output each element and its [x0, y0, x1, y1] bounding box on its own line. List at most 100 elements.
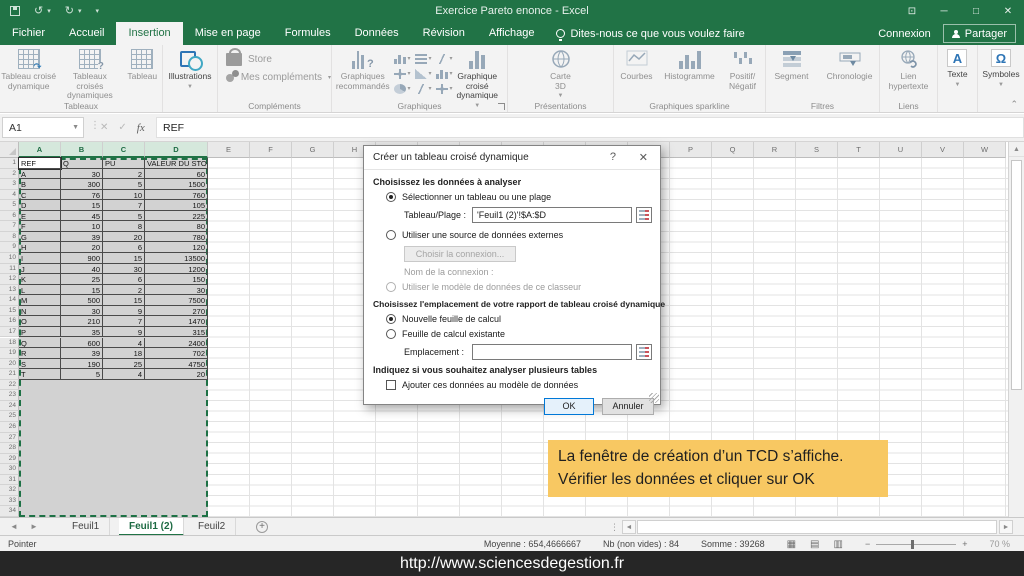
- normal-view-icon[interactable]: ▦: [787, 539, 796, 550]
- tab-mise-en-page[interactable]: Mise en page: [183, 22, 273, 45]
- row-header-29[interactable]: 29: [0, 454, 19, 465]
- confirm-entry-icon[interactable]: ✓: [118, 122, 126, 133]
- cell[interactable]: 270: [145, 306, 208, 317]
- row-header-2[interactable]: 2: [0, 169, 19, 180]
- sparkline-line-button[interactable]: Courbes: [615, 47, 659, 82]
- ribbon-display-options-icon[interactable]: ⊡: [896, 6, 928, 17]
- column-header-A[interactable]: A: [19, 142, 61, 158]
- symbols-button[interactable]: Ω Symboles ▼: [982, 47, 1019, 90]
- cell[interactable]: 15: [103, 295, 145, 306]
- map-3d-button[interactable]: Carte 3D ▼: [538, 47, 584, 102]
- cell[interactable]: 20: [103, 232, 145, 243]
- cell[interactable]: 2: [103, 169, 145, 180]
- horizontal-scrollbar[interactable]: ⋮ ◄ ►: [610, 520, 1014, 534]
- cell[interactable]: K: [19, 274, 61, 285]
- cell[interactable]: L: [19, 285, 61, 296]
- connexion-button[interactable]: Connexion: [878, 28, 931, 40]
- cancel-button[interactable]: Annuler: [602, 398, 654, 415]
- cell[interactable]: O: [19, 316, 61, 327]
- header-cell[interactable]: VALEUR DU STOCK: [145, 158, 208, 169]
- cell[interactable]: 4: [103, 369, 145, 380]
- row-header-20[interactable]: 20: [0, 359, 19, 370]
- insert-function-icon[interactable]: fx: [137, 122, 145, 134]
- row-header-17[interactable]: 17: [0, 327, 19, 338]
- pie-chart-button[interactable]: ▾: [394, 81, 411, 96]
- cell[interactable]: 45: [61, 211, 103, 222]
- cell[interactable]: 76: [61, 190, 103, 201]
- recommended-pivottables-button[interactable]: Tableaux croisés dynamiques: [59, 47, 120, 101]
- resize-grip[interactable]: [649, 393, 659, 403]
- sparkline-winloss-button[interactable]: Positif/ Négatif: [721, 47, 765, 91]
- radio-existing-worksheet[interactable]: Feuille de calcul existante: [386, 329, 505, 339]
- cell[interactable]: 760: [145, 190, 208, 201]
- table-range-field[interactable]: 'Feuil1 (2)'!$A:$D: [472, 207, 632, 223]
- column-header-P[interactable]: P: [670, 142, 712, 158]
- table-button[interactable]: Tableau: [123, 47, 163, 82]
- cell[interactable]: 4750: [145, 359, 208, 370]
- row-header-22[interactable]: 22: [0, 380, 19, 391]
- zoom-slider[interactable]: [876, 544, 956, 545]
- dialog-launcher-icon[interactable]: [498, 103, 505, 110]
- cell[interactable]: 6: [103, 242, 145, 253]
- column-chart-button[interactable]: ▾: [394, 51, 411, 66]
- cell[interactable]: R: [19, 348, 61, 359]
- column-header-S[interactable]: S: [796, 142, 838, 158]
- tab-accueil[interactable]: Accueil: [57, 22, 116, 45]
- cancel-entry-icon[interactable]: ✕: [100, 122, 108, 133]
- cell[interactable]: 9: [103, 306, 145, 317]
- dialog-close-icon[interactable]: ✕: [639, 151, 648, 164]
- row-header-34[interactable]: 34: [0, 506, 19, 517]
- maximize-icon[interactable]: □: [960, 6, 992, 17]
- scrollbar-splitter[interactable]: ⋮: [610, 522, 619, 533]
- row-header-6[interactable]: 6: [0, 211, 19, 222]
- cell[interactable]: 60: [145, 169, 208, 180]
- zoom-level[interactable]: 70 %: [989, 539, 1010, 549]
- page-break-view-icon[interactable]: ▥: [834, 539, 843, 550]
- vertical-scroll-thumb[interactable]: [1011, 160, 1022, 390]
- cell[interactable]: S: [19, 359, 61, 370]
- cell[interactable]: 5: [61, 369, 103, 380]
- scatter-chart-button[interactable]: ▾: [415, 81, 432, 96]
- tab-données[interactable]: Données: [343, 22, 411, 45]
- sheet-tab-feuil1[interactable]: Feuil1: [62, 518, 110, 536]
- radar-chart-button[interactable]: ▾: [394, 66, 411, 81]
- tab-révision[interactable]: Révision: [411, 22, 477, 45]
- cell[interactable]: 900: [61, 253, 103, 264]
- cell[interactable]: 1200: [145, 264, 208, 275]
- cell[interactable]: 702: [145, 348, 208, 359]
- minimize-icon[interactable]: ─: [928, 6, 960, 17]
- row-header-21[interactable]: 21: [0, 369, 19, 380]
- column-header-V[interactable]: V: [922, 142, 964, 158]
- column-header-Q[interactable]: Q: [712, 142, 754, 158]
- cell[interactable]: 15: [103, 253, 145, 264]
- cell[interactable]: 40: [61, 264, 103, 275]
- cell[interactable]: 20: [61, 242, 103, 253]
- zoom-out-icon[interactable]: −: [865, 539, 870, 549]
- cell[interactable]: 25: [61, 274, 103, 285]
- row-header-31[interactable]: 31: [0, 475, 19, 486]
- vertical-scrollbar[interactable]: ▲: [1008, 142, 1024, 517]
- row-header-28[interactable]: 28: [0, 443, 19, 454]
- sheet-tab-feuil1-2[interactable]: Feuil1 (2): [119, 518, 184, 536]
- cell[interactable]: 30: [145, 285, 208, 296]
- column-header-C[interactable]: C: [103, 142, 145, 158]
- active-cell-A1[interactable]: REF: [19, 158, 61, 169]
- tab-affichage[interactable]: Affichage: [477, 22, 547, 45]
- sheet-nav-left-icon[interactable]: ◄: [10, 518, 18, 536]
- cell[interactable]: 10: [103, 190, 145, 201]
- column-header-U[interactable]: U: [880, 142, 922, 158]
- cell[interactable]: 5: [103, 179, 145, 190]
- column-header-G[interactable]: G: [292, 142, 334, 158]
- row-header-24[interactable]: 24: [0, 401, 19, 412]
- recommended-charts-button[interactable]: Graphiques recommandés: [334, 47, 392, 91]
- cell[interactable]: 315: [145, 327, 208, 338]
- cell[interactable]: 30: [103, 264, 145, 275]
- cell[interactable]: 225: [145, 211, 208, 222]
- cell[interactable]: 25: [103, 359, 145, 370]
- cell[interactable]: J: [19, 264, 61, 275]
- share-button[interactable]: Partager: [943, 24, 1016, 43]
- my-addins-button[interactable]: Mes compléments ▾: [218, 68, 331, 86]
- row-header-30[interactable]: 30: [0, 464, 19, 475]
- cell[interactable]: 4: [103, 338, 145, 349]
- row-header-15[interactable]: 15: [0, 306, 19, 317]
